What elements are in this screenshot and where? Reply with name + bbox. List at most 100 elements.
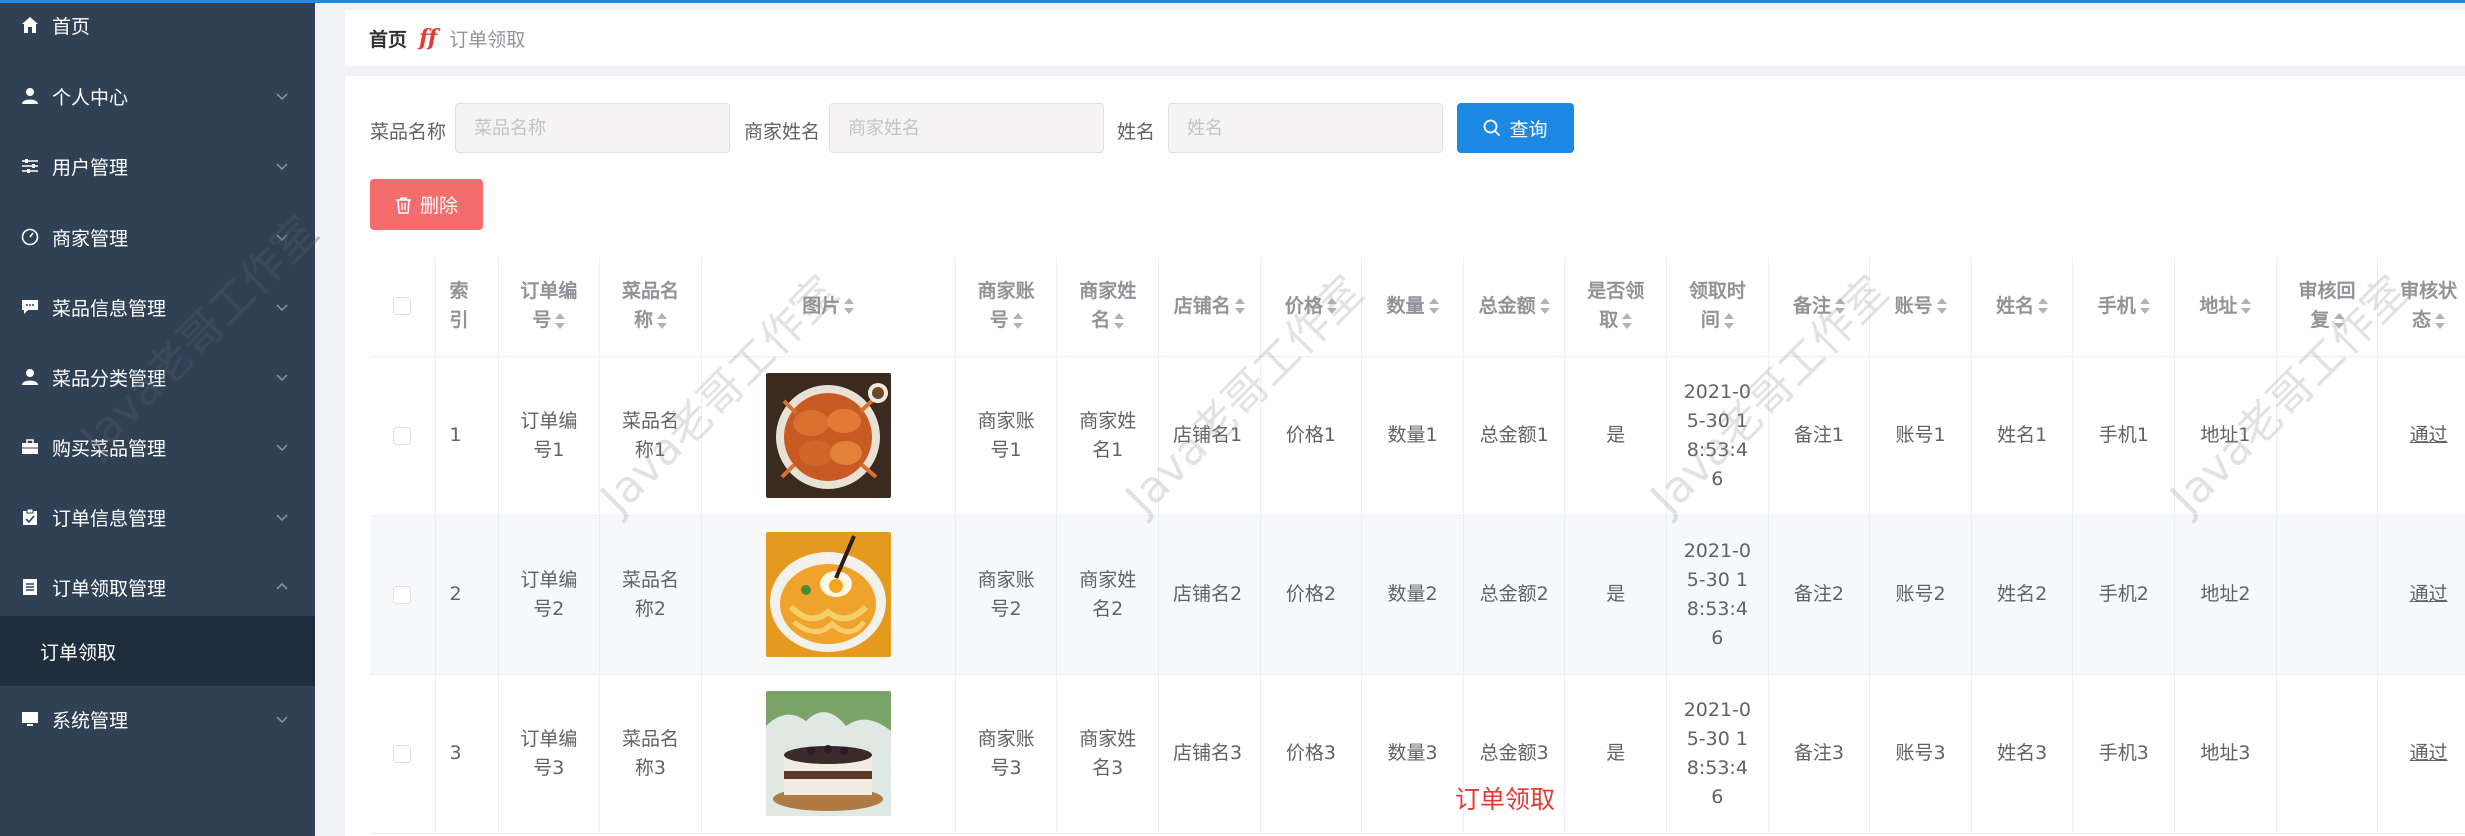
row-checkbox[interactable] xyxy=(393,585,412,604)
sidebar-item-label: 用户管理 xyxy=(52,156,129,179)
crab-dish-image[interactable] xyxy=(765,373,891,498)
col-header-time[interactable]: 领取时间 xyxy=(1666,257,1769,357)
order-claim-table: 索引 订单编号 菜品名称 图片 商家账号 商家姓名 店铺名 价格 数量 总金额 … xyxy=(370,257,2465,836)
col-header-status[interactable]: 审核状态 xyxy=(2377,257,2465,357)
sort-icon[interactable] xyxy=(2333,312,2344,329)
col-header-price[interactable]: 价格 xyxy=(1260,257,1363,357)
sidebar-item-merchants[interactable]: 商家管理 xyxy=(0,202,315,272)
col-header-dish[interactable]: 菜品名称 xyxy=(599,257,702,357)
col-header-note[interactable]: 备注 xyxy=(1768,257,1871,357)
row-checkbox[interactable] xyxy=(393,426,412,445)
sidebar-item-label: 个人中心 xyxy=(52,86,129,109)
query-button[interactable]: 查询 xyxy=(1457,103,1574,153)
cell-image xyxy=(701,515,956,675)
cell-price: 价格2 xyxy=(1260,515,1363,675)
cell-status: 通过 xyxy=(2377,515,2465,675)
sort-icon[interactable] xyxy=(1936,298,1947,315)
sort-icon[interactable] xyxy=(656,312,667,329)
table-row[interactable]: 2 订单编号2 菜品名称2 商家账号2 商家姓名2 店铺名2 价格2 数量2 总… xyxy=(370,515,2465,675)
sidebar-item-label: 首页 xyxy=(52,15,91,38)
cell-account: 账号2 xyxy=(1869,515,1972,675)
sort-icon[interactable] xyxy=(1539,298,1550,315)
sidebar-item-order-info[interactable]: 订单信息管理 xyxy=(0,482,315,552)
sort-icon[interactable] xyxy=(1834,298,1845,315)
sidebar-item-dish-info[interactable]: 菜品信息管理 xyxy=(0,272,315,342)
sort-icon[interactable] xyxy=(1723,312,1734,329)
cell-account: 账号3 xyxy=(1869,674,1972,834)
table-row[interactable]: 3 订单编号3 菜品名称3 商家账号3 商家姓名3 店铺名3 价格3 数量3 总… xyxy=(370,674,2465,834)
col-header-address[interactable]: 地址 xyxy=(2174,257,2277,357)
breadcrumb-home[interactable]: 首页 xyxy=(369,25,407,52)
col-header-total[interactable]: 总金额 xyxy=(1463,257,1566,357)
sort-icon[interactable] xyxy=(2038,298,2049,315)
sort-icon[interactable] xyxy=(844,298,855,315)
sort-icon[interactable] xyxy=(1012,312,1023,329)
sort-icon[interactable] xyxy=(555,312,566,329)
cell-index: 1 xyxy=(435,356,499,516)
sort-icon[interactable] xyxy=(1326,298,1337,315)
cell-address: 地址1 xyxy=(2174,356,2277,516)
cell-index: 2 xyxy=(435,515,499,675)
col-header-claimed[interactable]: 是否领取 xyxy=(1564,257,1668,357)
breadcrumb-current: 订单领取 xyxy=(449,28,526,51)
sidebar-subitem-order-claim[interactable]: 订单领取 xyxy=(0,616,315,686)
col-header-account[interactable]: 账号 xyxy=(1869,257,1972,357)
cell-status: 通过 xyxy=(2377,674,2465,834)
col-header-shop[interactable]: 店铺名 xyxy=(1158,257,1261,357)
sidebar-item-order-claim[interactable]: 订单领取管理 xyxy=(0,552,315,622)
col-header-order-no[interactable]: 订单编号 xyxy=(498,257,601,357)
sidebar-item-home[interactable]: 首页 xyxy=(0,0,315,60)
sort-icon[interactable] xyxy=(1622,312,1633,329)
sidebar-item-profile[interactable]: 个人中心 xyxy=(0,61,315,131)
cell-reply xyxy=(2276,356,2379,516)
cell-note: 备注3 xyxy=(1768,674,1871,834)
sidebar-item-label: 菜品信息管理 xyxy=(52,297,167,320)
noodle-dish-image[interactable] xyxy=(765,532,891,657)
name-input[interactable] xyxy=(1168,103,1443,153)
col-header-name[interactable]: 姓名 xyxy=(1971,257,2074,357)
col-header-phone[interactable]: 手机 xyxy=(2072,257,2176,357)
status-link[interactable]: 通过 xyxy=(2410,583,2448,605)
cell-order-no: 订单编号2 xyxy=(498,515,601,675)
col-header-image[interactable]: 图片 xyxy=(701,257,956,357)
sort-icon[interactable] xyxy=(1234,298,1245,315)
sort-icon[interactable] xyxy=(1428,298,1439,315)
sort-icon[interactable] xyxy=(1114,312,1125,329)
col-header-merchant-account[interactable]: 商家账号 xyxy=(955,257,1058,357)
cell-time: 2021-05-30 18:53:46 xyxy=(1666,356,1769,516)
sort-icon[interactable] xyxy=(2435,312,2446,329)
sidebar-item-purchase[interactable]: 购买菜品管理 xyxy=(0,412,315,482)
col-header-index[interactable]: 索引 xyxy=(435,257,499,357)
chevron-up-icon xyxy=(276,582,288,590)
status-link[interactable]: 通过 xyxy=(2410,742,2448,764)
delete-button[interactable]: 删除 xyxy=(370,179,483,230)
table-row[interactable]: 1 订单编号1 菜品名称1 商家账号1 商家姓名1 店铺名1 价格1 数量1 总… xyxy=(370,356,2465,516)
sidebar-item-dish-category[interactable]: 菜品分类管理 xyxy=(0,342,315,412)
col-header-quantity[interactable]: 数量 xyxy=(1361,257,1464,357)
select-all-checkbox[interactable] xyxy=(393,297,412,316)
dashboard-icon xyxy=(20,227,40,247)
cell-merchant-name: 商家姓名2 xyxy=(1056,515,1159,675)
cake-dish-image[interactable] xyxy=(765,691,891,816)
cell-merchant-account: 商家账号3 xyxy=(955,674,1058,834)
cell-total: 总金额1 xyxy=(1463,356,1566,516)
row-checkbox[interactable] xyxy=(393,744,412,763)
sidebar-item-label: 菜品分类管理 xyxy=(52,367,167,390)
dish-name-input[interactable] xyxy=(455,103,730,153)
sort-icon[interactable] xyxy=(2139,298,2150,315)
col-header-merchant-name[interactable]: 商家姓名 xyxy=(1056,257,1159,357)
col-header-reply[interactable]: 审核回复 xyxy=(2276,257,2379,357)
sidebar-item-system[interactable]: 系统管理 xyxy=(0,684,315,754)
sort-icon[interactable] xyxy=(2241,298,2252,315)
merchant-name-input[interactable] xyxy=(829,103,1104,153)
cell-shop: 店铺名3 xyxy=(1158,674,1261,834)
chevron-down-icon xyxy=(276,304,288,312)
chevron-down-icon xyxy=(276,163,288,171)
cell-name: 姓名3 xyxy=(1971,674,2074,834)
cell-note: 备注1 xyxy=(1768,356,1871,516)
user-icon xyxy=(20,86,40,106)
status-link[interactable]: 通过 xyxy=(2410,424,2448,446)
sidebar-item-users[interactable]: 用户管理 xyxy=(0,131,315,201)
cell-phone: 手机2 xyxy=(2072,515,2176,675)
chevron-down-icon xyxy=(276,514,288,522)
